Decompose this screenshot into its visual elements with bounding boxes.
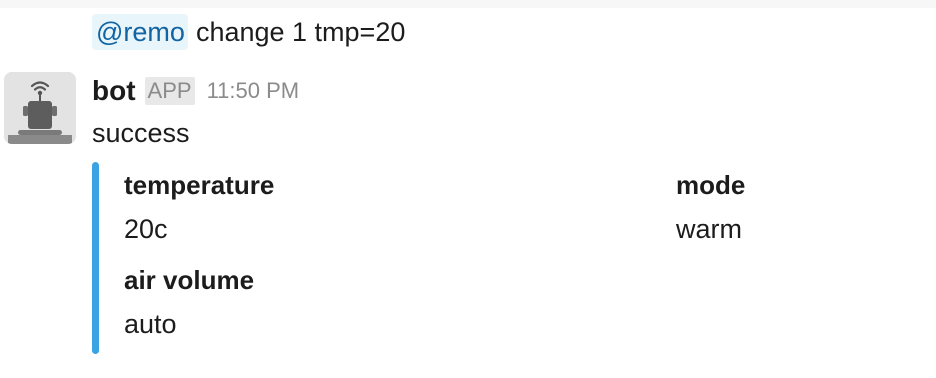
previous-message: @remo change 1 tmp=20	[92, 14, 405, 50]
bot-avatar[interactable]	[4, 72, 76, 144]
field-title: mode	[676, 170, 746, 200]
message-header: bot APP 11:50 PM	[92, 72, 299, 110]
field-title: temperature	[124, 170, 275, 200]
app-badge: APP	[144, 77, 195, 105]
attachment-field-mode: mode warm	[676, 169, 745, 246]
attachment-accent-bar	[92, 162, 99, 354]
field-value: warm	[676, 214, 742, 244]
sender-name[interactable]: bot	[92, 75, 136, 107]
field-title: air volume	[124, 265, 255, 295]
field-value: 20c	[124, 214, 168, 244]
previous-message-strip	[0, 0, 936, 8]
robot-antenna-icon	[4, 72, 76, 144]
attachment-field-air-volume: air volume auto	[124, 264, 254, 341]
user-mention[interactable]: @remo	[92, 14, 188, 50]
field-value: auto	[124, 309, 177, 339]
message-attachment: temperature 20c mode warm air volume aut…	[92, 162, 892, 354]
previous-message-text: change 1 tmp=20	[195, 17, 406, 47]
message-timestamp[interactable]: 11:50 PM	[207, 78, 300, 104]
attachment-field-temperature: temperature 20c	[124, 169, 274, 246]
message-text: success	[92, 118, 190, 148]
